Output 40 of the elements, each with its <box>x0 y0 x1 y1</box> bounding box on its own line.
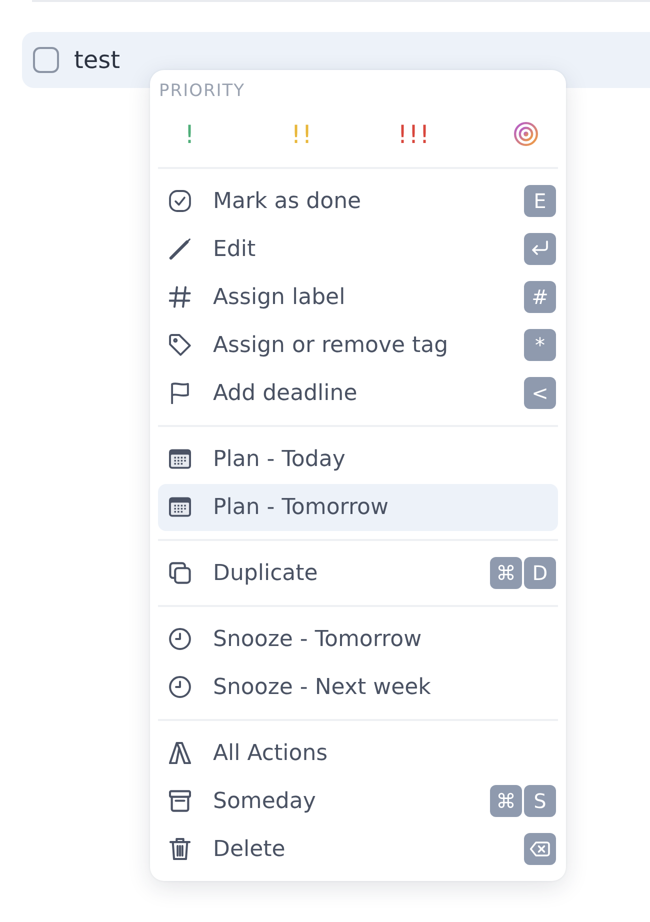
menu-item[interactable]: Delete <box>158 826 524 872</box>
menu-item[interactable]: Mark as done <box>158 178 524 224</box>
shortcut-key: ⌘ <box>490 557 522 589</box>
menu-item[interactable]: Edit <box>158 226 524 272</box>
menu-item[interactable]: Assign or remove tag <box>158 322 524 368</box>
hash-icon <box>169 286 191 308</box>
shortcut-key: # <box>524 281 556 313</box>
menu-item[interactable]: Snooze - Next week <box>158 664 558 710</box>
calendar-icon <box>169 496 191 518</box>
pencil-icon <box>169 238 191 260</box>
clock-icon <box>169 628 191 650</box>
trash-icon <box>169 838 191 860</box>
priority-option[interactable]: !!! <box>382 116 446 152</box>
shortcut-key: * <box>524 329 556 361</box>
check-square-icon <box>169 190 191 212</box>
clock-icon <box>169 676 191 698</box>
menu-item[interactable]: Assign label <box>158 274 524 320</box>
a-frame-icon <box>169 742 191 764</box>
shortcut-key: S <box>524 785 556 817</box>
target-icon <box>514 122 538 146</box>
archive-box-icon <box>169 790 191 812</box>
shortcut-key: D <box>524 557 556 589</box>
return-key-icon <box>524 233 556 265</box>
shortcut-key: E <box>524 185 556 217</box>
calendar-icon <box>169 448 191 470</box>
menu-item[interactable]: Duplicate <box>158 550 490 596</box>
menu-item[interactable]: Plan - Tomorrow <box>158 484 558 530</box>
flag-icon <box>169 382 191 404</box>
task-title: test <box>74 46 120 74</box>
checkbox[interactable] <box>33 47 59 73</box>
menu-item[interactable]: Plan - Today <box>158 436 558 482</box>
copy-icon <box>169 562 191 584</box>
shortcut-key: ⌘ <box>490 785 522 817</box>
backspace-key-icon <box>524 833 556 865</box>
menu-item[interactable]: Snooze - Tomorrow <box>158 616 558 662</box>
menu-item[interactable]: Someday <box>158 778 490 824</box>
tag-icon <box>169 334 191 356</box>
shortcut-key: < <box>524 377 556 409</box>
menu-item[interactable]: Add deadline <box>158 370 524 416</box>
menu-item[interactable]: All Actions <box>158 730 558 776</box>
